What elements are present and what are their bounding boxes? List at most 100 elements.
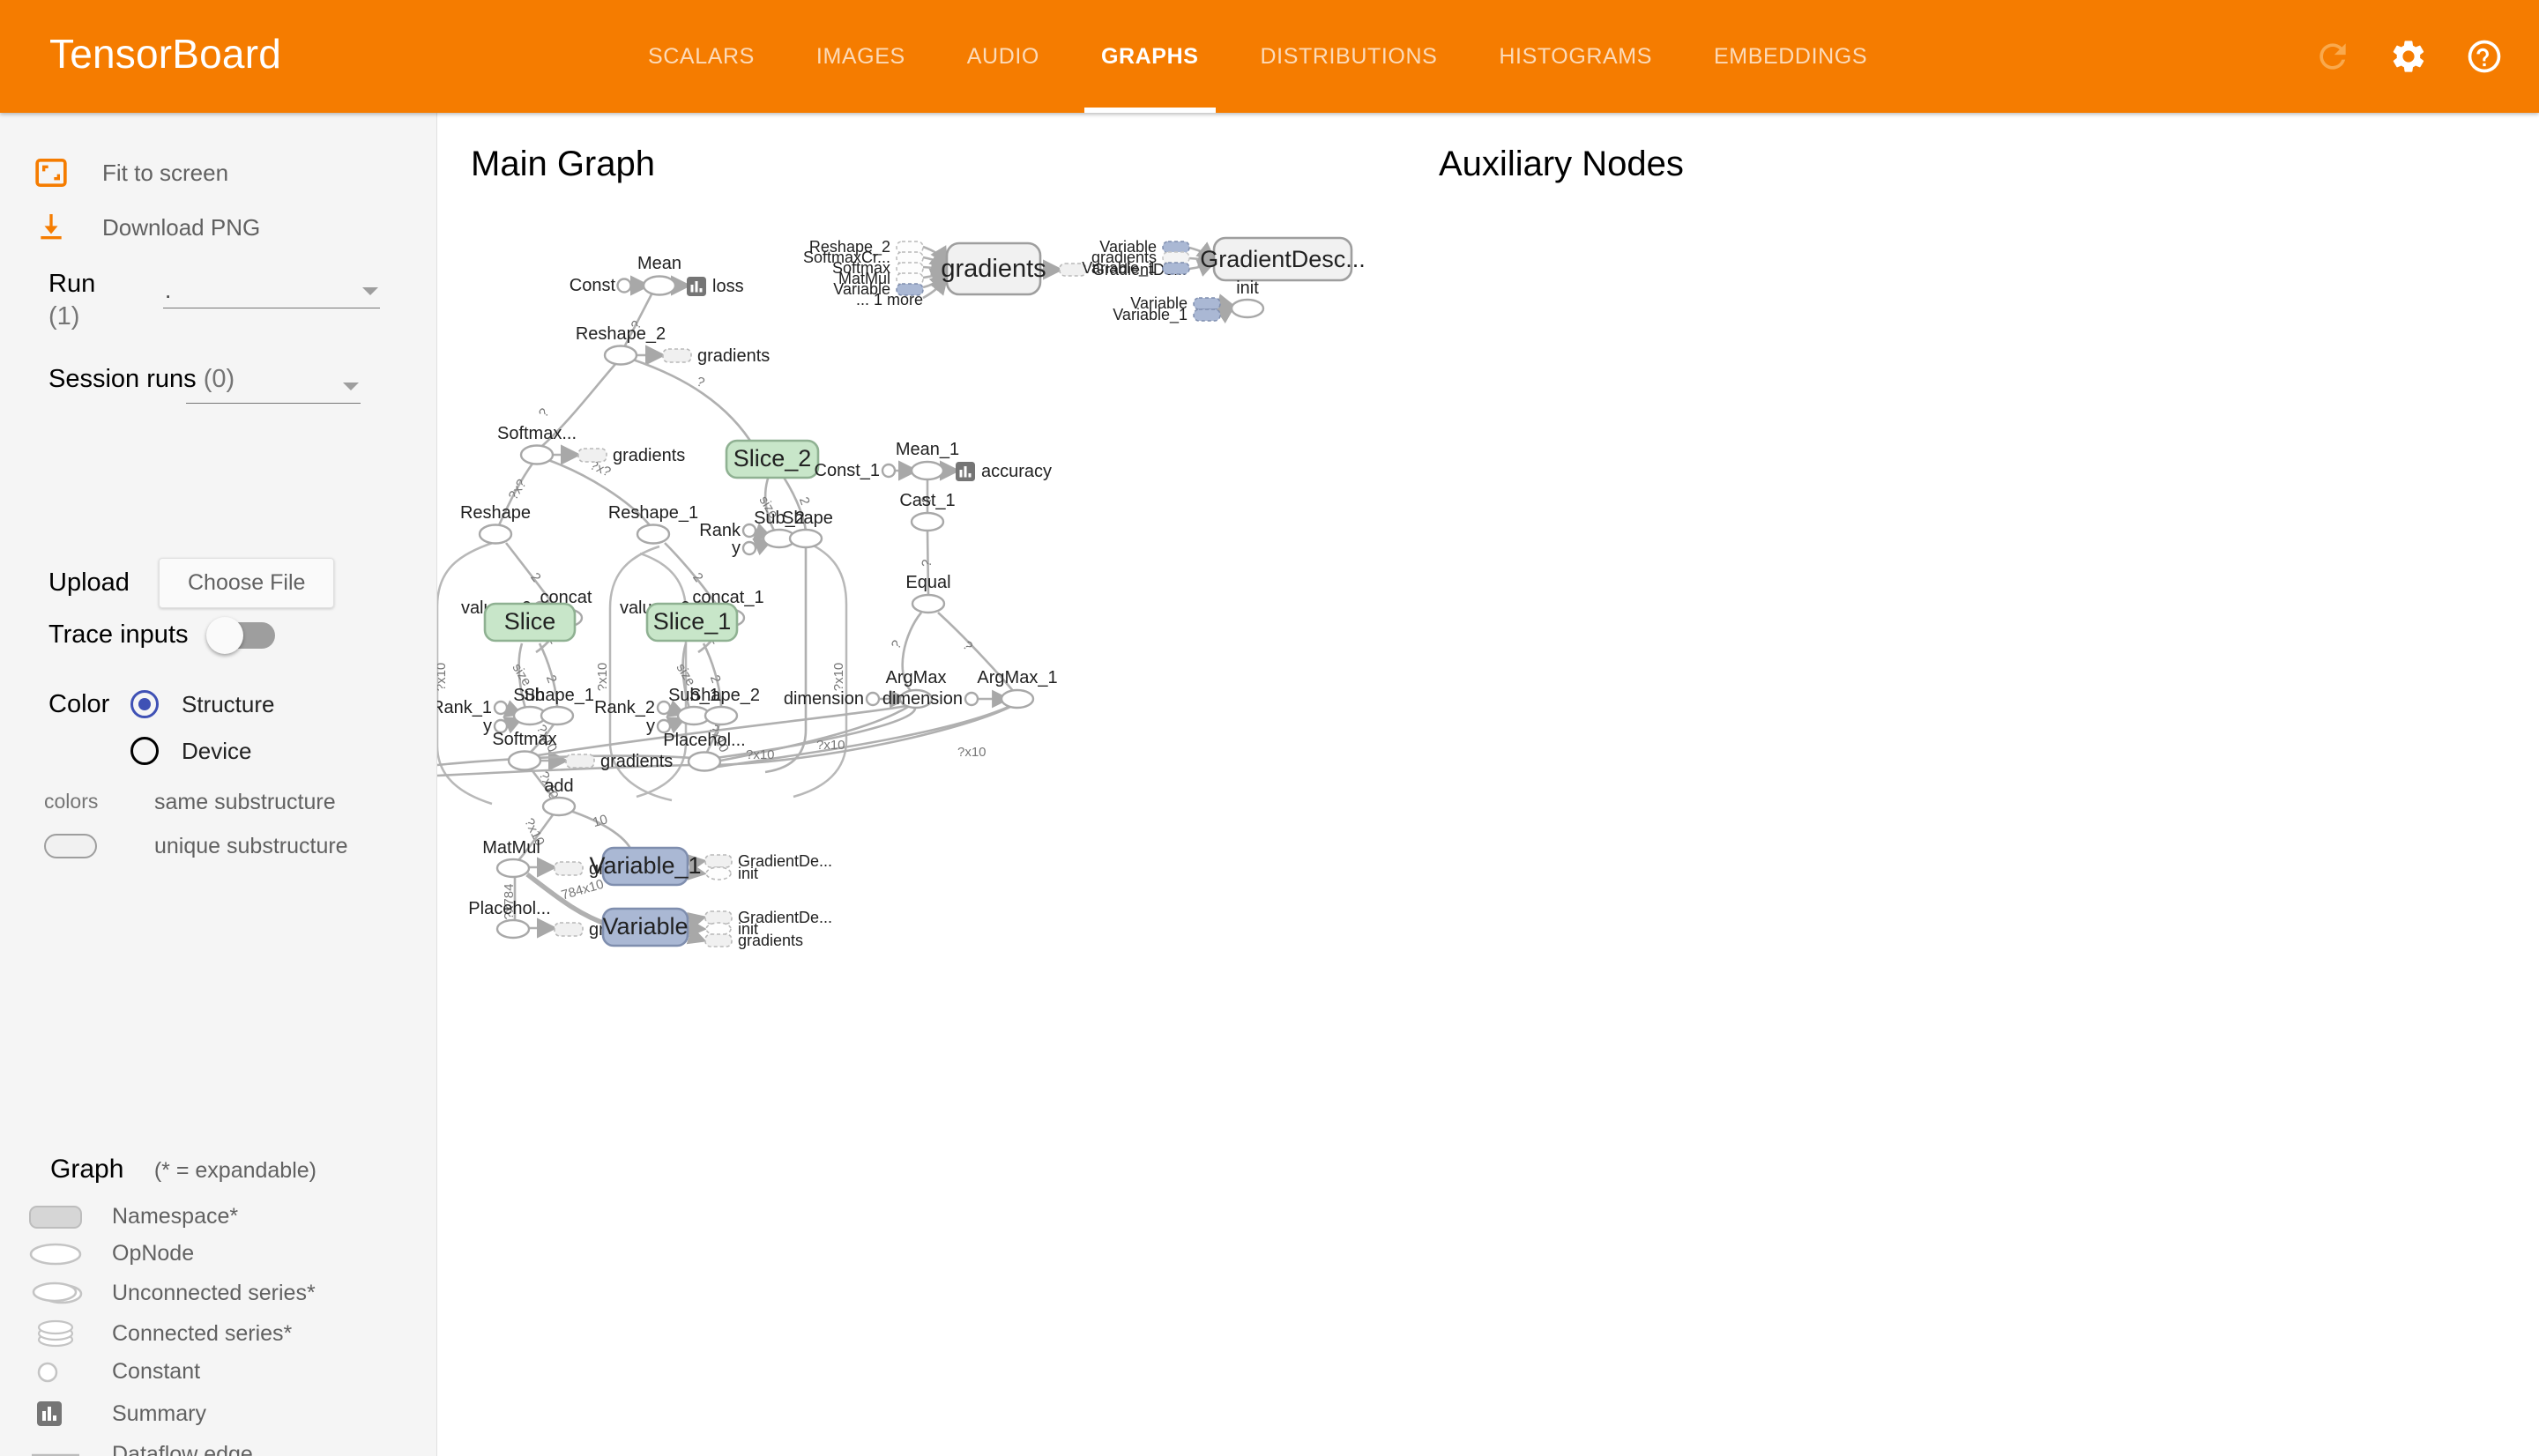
edge-label: ?x10 (816, 738, 845, 753)
unique-substructure-label: unique substructure (154, 834, 348, 858)
node-softmax-cross-entropy[interactable]: Softmax... (497, 424, 577, 465)
node-const[interactable]: Const (570, 276, 632, 295)
session-runs-row: Session runs (0) (48, 365, 419, 404)
aux-gradients-inputs[interactable]: Reshape_2 SoftmaxCr... Softmax MatMul Va… (803, 238, 924, 308)
ghost-node-init-1[interactable]: init (705, 865, 758, 882)
tab-label: EMBEDDINGS (1714, 43, 1868, 69)
ghost-node-gradients-2[interactable]: gradients (577, 446, 685, 465)
tab-scalars[interactable]: SCALARS (617, 0, 786, 113)
node-mean-1[interactable]: Mean_1 (896, 440, 959, 481)
color-option-device[interactable]: Device (130, 737, 251, 765)
main-graph-group[interactable]: ?x10 ?x10 ?x10 ? ? ?x? ?x? ? 2 2 size si… (437, 254, 1058, 949)
run-select[interactable]: . (163, 270, 380, 308)
tab-label: SCALARS (648, 43, 755, 69)
node-label: Shape_1 (524, 686, 594, 705)
node-variable[interactable]: Variable (601, 907, 689, 947)
session-runs-select[interactable] (186, 365, 361, 404)
opnode-icon (27, 1242, 84, 1267)
node-y-2[interactable]: y (732, 539, 757, 558)
toggle-knob (205, 616, 243, 654)
run-count: (1) (48, 302, 80, 331)
aux-node-init[interactable]: init (1230, 279, 1265, 319)
node-shape[interactable]: Shape (782, 509, 833, 549)
legend-title: Graph (50, 1155, 124, 1184)
ghost-node-gradientdescent-1[interactable]: GradientDe... (704, 852, 832, 870)
graph-svg[interactable]: ?x10 ?x10 ?x10 ? ? ?x? ?x? ? 2 2 size si… (437, 113, 2539, 1456)
legend-item-summary: Summary (27, 1398, 206, 1430)
tab-label: IMAGES (815, 43, 905, 69)
choose-file-button[interactable]: Choose File (159, 558, 335, 608)
node-label: y (483, 717, 492, 736)
node-rank[interactable]: Rank (699, 521, 757, 540)
tab-histograms[interactable]: HISTOGRAMS (1468, 0, 1683, 113)
run-value: . (165, 277, 172, 303)
gear-icon[interactable] (2389, 37, 2428, 76)
download-icon (25, 210, 78, 245)
node-label: gradients (941, 255, 1046, 283)
legend-item-opnode: OpNode (27, 1241, 194, 1267)
ghost-node-gradients-6[interactable]: gradients (704, 932, 803, 949)
color-option-structure[interactable]: Structure (130, 690, 275, 718)
help-icon[interactable] (2465, 37, 2504, 76)
node-label: Slice_2 (733, 445, 812, 472)
legend-item-dataflow-edge: Dataflow edge (27, 1442, 253, 1456)
color-option-label: Device (182, 737, 252, 764)
node-reshape-1[interactable]: Reshape_1 (608, 503, 698, 545)
node-matmul[interactable]: MatMul (482, 838, 540, 879)
tab-images[interactable]: IMAGES (786, 0, 936, 113)
legend-item-connected-series: Connected series* (27, 1319, 292, 1348)
color-option-label: Structure (182, 690, 275, 717)
legend-item-namespace: Namespace* (27, 1204, 238, 1229)
node-slice-2[interactable]: Slice_2 (725, 439, 820, 479)
node-label: MatMul (482, 838, 540, 858)
node-rank-2[interactable]: Rank_2 (594, 698, 672, 717)
node-label: Variable_1 (1082, 259, 1157, 278)
node-loss-summary[interactable]: loss (687, 277, 744, 296)
aux-init-inputs[interactable]: Variable Variable_1 (1113, 294, 1221, 324)
node-rank-1[interactable]: Rank_1 (437, 698, 509, 717)
fit-to-screen-button[interactable]: Fit to screen (25, 155, 228, 190)
tab-distributions[interactable]: DISTRIBUTIONS (1230, 0, 1469, 113)
tab-label: GRAPHS (1100, 43, 1199, 69)
aux-node-gradients[interactable]: gradients (941, 241, 1046, 296)
node-accuracy-summary[interactable]: accuracy (956, 462, 1052, 481)
tab-audio[interactable]: AUDIO (936, 0, 1070, 113)
trace-inputs-label: Trace inputs (48, 620, 189, 649)
download-png-button[interactable]: Download PNG (25, 210, 260, 245)
tab-label: DISTRIBUTIONS (1260, 43, 1438, 69)
node-label: Reshape_2 (576, 324, 666, 344)
aux-node-gradient-descent[interactable]: GradientDesc... (1200, 236, 1366, 282)
trace-inputs-toggle[interactable] (205, 616, 275, 654)
edge-label: ? (889, 638, 905, 652)
run-row: Run (1) . (48, 270, 419, 331)
node-label: dimension (784, 689, 864, 709)
tab-embeddings[interactable]: EMBEDDINGS (1683, 0, 1898, 113)
node-mean[interactable]: Mean (637, 254, 681, 296)
edge-label: size (510, 661, 535, 689)
node-dimension-1[interactable]: dimension (784, 689, 881, 709)
aux-nodes-group[interactable]: Reshape_2 SoftmaxCr... Softmax MatMul Va… (803, 236, 1366, 324)
aux-gd-inputs[interactable]: Variable gradients Variable_1 (1082, 238, 1190, 278)
tab-graphs[interactable]: GRAPHS (1070, 0, 1230, 113)
unconnected-series-icon (27, 1280, 84, 1306)
node-label: Placehol... (468, 899, 550, 918)
edge-label: 784x10 (560, 877, 606, 903)
node-reshape-2[interactable]: Reshape_2 (576, 324, 666, 366)
legend-label: Namespace* (112, 1204, 239, 1229)
legend-label: Unconnected series* (112, 1280, 316, 1305)
node-variable-1[interactable]: Variable_1 (589, 846, 702, 887)
node-reshape[interactable]: Reshape (460, 503, 531, 545)
graph-canvas[interactable]: Main Graph Auxiliary Nodes ?x10 ?x10 ?x1… (437, 113, 2539, 1456)
radio-device-icon (130, 737, 159, 765)
node-dimension-2[interactable]: dimension (882, 689, 979, 709)
node-label: Const (570, 276, 616, 295)
node-argmax-1[interactable]: ArgMax_1 (977, 668, 1058, 709)
refresh-icon[interactable] (2313, 37, 2352, 76)
ghost-node-gradients-3[interactable]: gradients (565, 752, 673, 771)
node-slice[interactable]: Slice (483, 602, 577, 643)
edge-label: 2 (707, 673, 724, 686)
ghost-node-gradients-1[interactable]: gradients (662, 346, 770, 366)
node-slice-1[interactable]: Slice_1 (645, 602, 739, 643)
node-const-1[interactable]: Const_1 (815, 461, 897, 480)
node-label: gradients (600, 752, 673, 771)
